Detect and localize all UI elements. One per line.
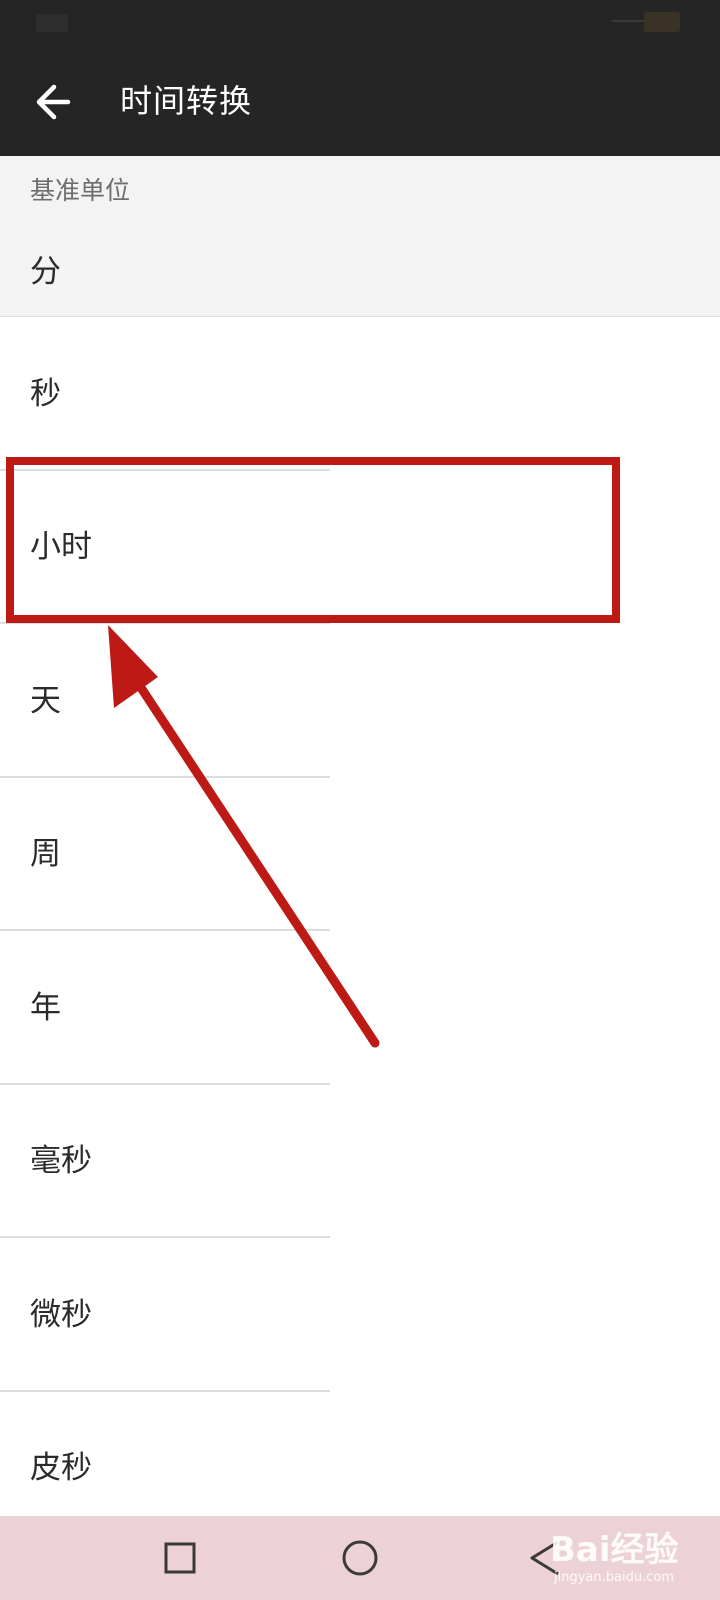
unit-label: 秒 <box>30 375 61 412</box>
square-icon <box>164 1542 196 1574</box>
unit-item-week[interactable]: 周 <box>0 778 720 931</box>
unit-label: 周 <box>30 836 61 873</box>
page-title: 时间转换 <box>120 82 253 120</box>
base-unit-value[interactable]: 分 <box>30 252 61 292</box>
status-bar <box>0 0 720 48</box>
back-button[interactable] <box>28 78 84 126</box>
unit-list: 秒 小时 天 周 年 毫秒 微秒 皮秒 <box>0 317 720 1545</box>
app-bar: 时间转换 <box>0 48 720 156</box>
battery-icon <box>644 12 680 32</box>
unit-item-second[interactable]: 秒 <box>0 317 720 471</box>
unit-label: 微秒 <box>30 1296 92 1333</box>
unit-label: 天 <box>30 682 61 719</box>
arrow-left-icon <box>36 84 71 120</box>
navigation-bar <box>0 1516 720 1600</box>
unit-item-hour[interactable]: 小时 <box>0 471 720 624</box>
unit-label: 皮秒 <box>30 1450 92 1487</box>
unit-label: 年 <box>30 989 61 1026</box>
base-unit-label: 基准单位 <box>30 176 131 205</box>
base-unit-section[interactable]: 基准单位 分 <box>0 156 720 317</box>
unit-item-day[interactable]: 天 <box>0 624 720 778</box>
unit-label: 小时 <box>30 529 92 566</box>
unit-item-millisecond[interactable]: 毫秒 <box>0 1085 720 1238</box>
recents-button[interactable] <box>152 1530 208 1586</box>
home-button[interactable] <box>332 1530 388 1586</box>
unit-label: 毫秒 <box>30 1143 92 1180</box>
triangle-back-icon <box>530 1540 559 1576</box>
unit-item-microsecond[interactable]: 微秒 <box>0 1238 720 1392</box>
status-icons-left <box>36 14 68 32</box>
circle-icon <box>342 1540 378 1576</box>
unit-item-year[interactable]: 年 <box>0 931 720 1085</box>
nav-back-button[interactable] <box>518 1530 574 1586</box>
